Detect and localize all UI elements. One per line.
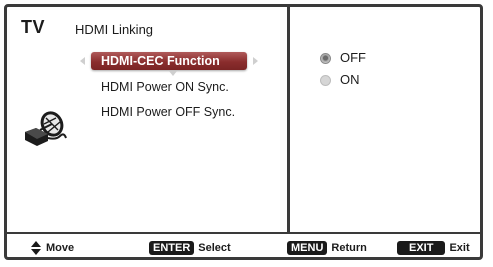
menu-title: HDMI Linking xyxy=(75,22,154,37)
menu-item-label: HDMI Power OFF Sync. xyxy=(101,105,236,119)
select-label: Select xyxy=(198,242,231,254)
exit-label: Exit xyxy=(449,242,470,254)
footer-move: Move xyxy=(31,241,74,255)
satellite-dish-icon xyxy=(22,108,68,148)
footer-return[interactable]: MENU Return xyxy=(287,241,367,255)
panel-divider xyxy=(287,4,290,233)
menu-item-hdmi-power-on-sync[interactable]: HDMI Power ON Sync. xyxy=(80,75,270,100)
enter-key[interactable]: ENTER xyxy=(149,241,195,255)
footer-select[interactable]: ENTER Select xyxy=(149,241,231,255)
menu-key[interactable]: MENU xyxy=(287,241,328,255)
menu-item-label: HDMI Power ON Sync. xyxy=(101,80,229,94)
footer-exit[interactable]: EXIT Exit xyxy=(397,241,470,255)
arrow-left-icon[interactable] xyxy=(80,57,85,65)
tv-source-label: TV xyxy=(21,17,46,37)
move-label: Move xyxy=(46,241,75,254)
osd-frame xyxy=(4,4,483,260)
up-down-arrows-icon xyxy=(31,241,41,255)
menu-item-label: HDMI-CEC Function xyxy=(101,54,220,68)
return-label: Return xyxy=(331,242,367,254)
radio-unselected-icon[interactable] xyxy=(320,75,331,86)
arrow-right-icon[interactable] xyxy=(253,57,258,65)
menu-item-hdmi-power-off-sync[interactable]: HDMI Power OFF Sync. xyxy=(80,100,270,125)
option-label: OFF xyxy=(340,50,366,65)
menu-list: HDMI-CEC Function HDMI Power ON Sync. HD… xyxy=(80,50,270,125)
menu-item-hdmi-cec-function[interactable]: HDMI-CEC Function xyxy=(80,50,270,76)
option-label: ON xyxy=(340,72,360,87)
exit-key[interactable]: EXIT xyxy=(397,241,446,255)
radio-selected-icon[interactable] xyxy=(320,53,331,64)
footer-bar: Move ENTER Select MENU Return EXIT Exit xyxy=(4,234,483,260)
